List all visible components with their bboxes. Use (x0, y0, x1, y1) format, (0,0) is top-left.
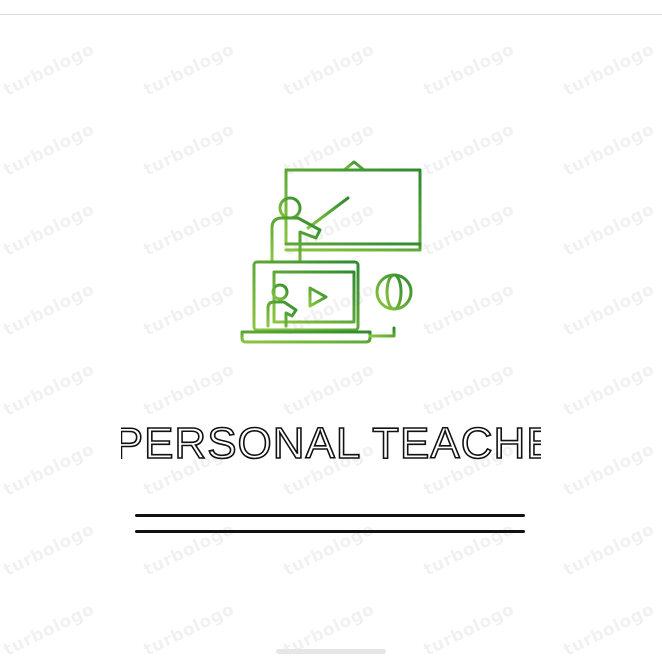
watermark-text: turbologo (140, 199, 238, 261)
watermark-text: turbologo (280, 519, 378, 581)
brand-name: A PERSONAL TEACHER (121, 419, 541, 468)
watermark-text: turbologo (140, 39, 238, 101)
watermark-text: turbologo (140, 279, 238, 341)
watermark-text: turbologo (560, 39, 658, 101)
globe-icon (375, 273, 413, 311)
watermark-text: turbologo (280, 39, 378, 101)
watermark-text: turbologo (560, 519, 658, 581)
watermark-text: turbologo (420, 119, 518, 181)
watermark-text: turbologo (0, 599, 98, 660)
watermark-text: turbologo (420, 279, 518, 341)
brand-title: A PERSONAL TEACHER (0, 412, 662, 470)
watermark-text: turbologo (0, 199, 98, 261)
watermark-text: turbologo (140, 119, 238, 181)
watermark-text: turbologo (420, 199, 518, 261)
watermark-text: turbologo (0, 519, 98, 581)
decorative-rule-bottom (135, 530, 525, 533)
watermark-text: turbologo (420, 519, 518, 581)
home-indicator[interactable] (276, 649, 386, 654)
watermark-text: turbologo (560, 279, 658, 341)
watermark-text: turbologo (560, 199, 658, 261)
watermark-text: turbologo (140, 519, 238, 581)
watermark-text: turbologo (420, 39, 518, 101)
watermark-text: turbologo (560, 599, 658, 660)
play-icon (308, 286, 328, 308)
watermark-text: turbologo (0, 119, 98, 181)
decorative-rule-top (135, 514, 525, 517)
watermark-text: turbologo (420, 599, 518, 660)
watermark-text: turbologo (140, 599, 238, 660)
watermark-text: turbologo (0, 39, 98, 101)
watermark-text: turbologo (0, 279, 98, 341)
top-divider (0, 14, 662, 15)
teacher-presentation-icon (236, 156, 432, 352)
watermark-text: turbologo (560, 119, 658, 181)
